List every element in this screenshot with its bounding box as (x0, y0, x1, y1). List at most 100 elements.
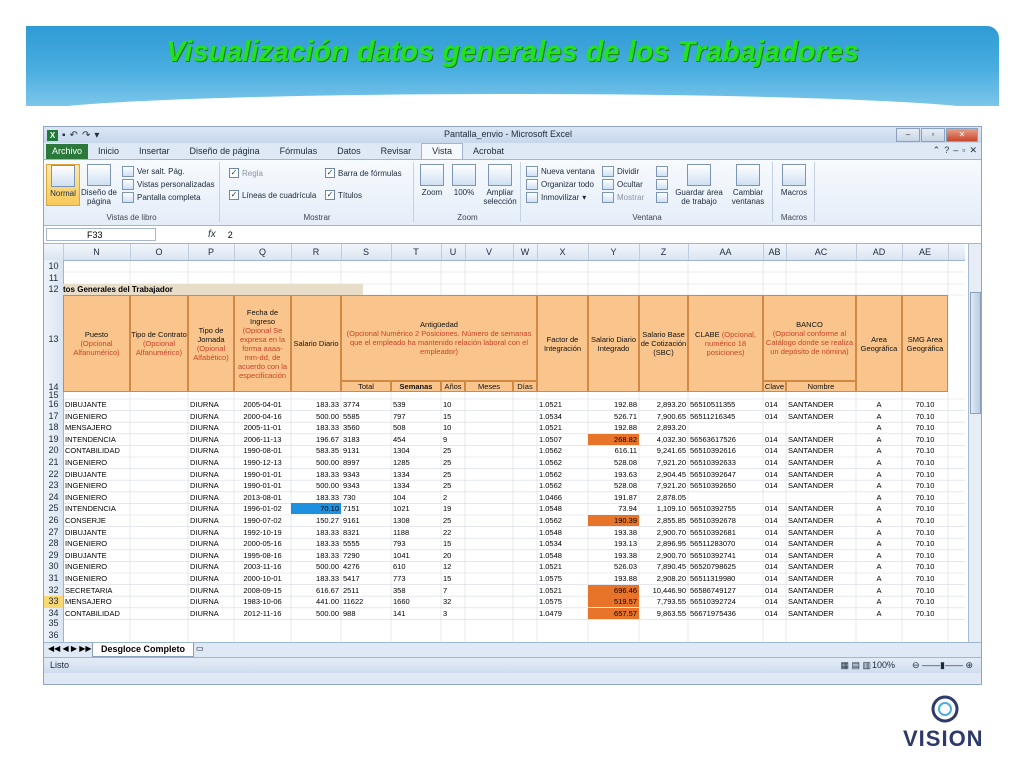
cell-puesto[interactable]: MENSAJERO (65, 596, 128, 607)
cell-sbc[interactable]: 9,863.55 (641, 608, 686, 619)
cell-banco[interactable]: SANTANDER (788, 480, 854, 491)
cell-banco[interactable]: SANTANDER (788, 538, 854, 549)
section-title[interactable]: tos Generales del Trabajador (63, 284, 363, 295)
cell-salario[interactable]: 616.67 (293, 585, 339, 596)
split-button[interactable]: Dividir (602, 166, 639, 177)
cell-factor[interactable]: 1.0562 (539, 457, 586, 468)
cell-factor[interactable]: 1.0521 (539, 561, 586, 572)
full-screen-button[interactable]: Pantalla completa (122, 192, 201, 203)
cell-smg[interactable]: 70.10 (904, 480, 946, 491)
cell-salario[interactable]: 150.27 (293, 515, 339, 526)
cell-sbc[interactable]: 7,921.20 (641, 480, 686, 491)
cell-jornada[interactable]: DIURNA (190, 561, 232, 572)
cell-smg[interactable]: 70.10 (904, 538, 946, 549)
cell-area[interactable]: A (858, 492, 900, 503)
normal-view-button[interactable]: Normal (46, 164, 80, 206)
row-header[interactable]: 20 (44, 445, 64, 457)
cell-banco[interactable]: SANTANDER (788, 585, 854, 596)
row-header[interactable]: 15 (44, 391, 64, 400)
cell-fecha[interactable]: 2012-11-16 (236, 608, 289, 619)
cell-area[interactable]: A (858, 585, 900, 596)
column-header[interactable]: N (63, 244, 131, 260)
cell-banco[interactable]: SANTANDER (788, 503, 854, 514)
cell-factor[interactable]: 1.0507 (539, 434, 586, 445)
cell-fecha[interactable]: 1990-08-01 (236, 445, 289, 456)
cell-sbc[interactable]: 1,109.10 (641, 503, 686, 514)
cell-anos[interactable]: 32 (443, 596, 463, 607)
cell-anos[interactable]: 15 (443, 538, 463, 549)
cell-smg[interactable]: 70.10 (904, 550, 946, 561)
cell-total[interactable]: 8321 (343, 527, 389, 538)
cell-area[interactable]: A (858, 550, 900, 561)
cell-factor[interactable]: 1.0534 (539, 411, 586, 422)
cell-clabe[interactable]: 56511283070 (690, 538, 761, 549)
doc-close-icon[interactable]: ✕ (969, 145, 977, 156)
tab-datos[interactable]: Datos (327, 144, 371, 159)
cell-sbc[interactable]: 2,855.85 (641, 515, 686, 526)
cell-salario[interactable]: 183.33 (293, 492, 339, 503)
page-layout-button[interactable]: Diseño de página (80, 164, 118, 206)
cell-area[interactable]: A (858, 434, 900, 445)
cell-jornada[interactable]: DIURNA (190, 538, 232, 549)
cell-fecha[interactable]: 2005-11-01 (236, 422, 289, 433)
cell-sdi[interactable]: 526.03 (590, 561, 637, 572)
cell-clabe[interactable]: 56510392678 (690, 515, 761, 526)
zoom-slider[interactable]: ⊖ ——▮—— ⊕ (912, 660, 973, 671)
column-header[interactable]: T (391, 244, 442, 260)
tab-revisar[interactable]: Revisar (371, 144, 422, 159)
cell-factor[interactable]: 1.0521 (539, 399, 586, 410)
cell-total[interactable]: 3560 (343, 422, 389, 433)
cell-semanas[interactable]: 773 (393, 573, 439, 584)
tab-insertar[interactable]: Insertar (129, 144, 180, 159)
cell-salario[interactable]: 183.33 (293, 399, 339, 410)
cell-fecha[interactable]: 1990-12-13 (236, 457, 289, 468)
cell-puesto[interactable]: SECRETARIA (65, 585, 128, 596)
cell-salario[interactable]: 183.33 (293, 527, 339, 538)
cell-jornada[interactable]: DIURNA (190, 492, 232, 503)
cell-area[interactable]: A (858, 445, 900, 456)
cell-semanas[interactable]: 610 (393, 561, 439, 572)
cell-clave[interactable]: 014 (765, 457, 784, 468)
cell-puesto[interactable]: CONTABILIDAD (65, 608, 128, 619)
cell-jornada[interactable]: DIURNA (190, 608, 232, 619)
cell-fecha[interactable]: 1990-01-01 (236, 480, 289, 491)
cell-puesto[interactable]: DIBUJANTE (65, 469, 128, 480)
cell-anos[interactable]: 22 (443, 527, 463, 538)
cell-jornada[interactable]: DIURNA (190, 434, 232, 445)
cell-fecha[interactable]: 1983-10-06 (236, 596, 289, 607)
row-header[interactable]: 36 (44, 627, 64, 644)
cell-anos[interactable]: 25 (443, 457, 463, 468)
sync-scroll-icon[interactable] (656, 179, 668, 190)
cell-jornada[interactable]: DIURNA (190, 573, 232, 584)
cell-puesto[interactable]: DIBUJANTE (65, 550, 128, 561)
cell-total[interactable]: 5555 (343, 538, 389, 549)
cell-factor[interactable]: 1.0562 (539, 515, 586, 526)
save-icon[interactable]: ▪ (62, 130, 66, 141)
reset-position-icon[interactable] (656, 192, 668, 203)
cell-area[interactable]: A (858, 527, 900, 538)
cell-sdi[interactable]: 73.94 (590, 503, 637, 514)
cell-area[interactable]: A (858, 503, 900, 514)
cell-total[interactable]: 5417 (343, 573, 389, 584)
column-header[interactable]: Z (639, 244, 689, 260)
cell-salario[interactable]: 500.00 (293, 457, 339, 468)
cell-sdi[interactable]: 526.71 (590, 411, 637, 422)
cell-anos[interactable]: 15 (443, 411, 463, 422)
row-header[interactable]: 29 (44, 549, 64, 562)
cell-smg[interactable]: 70.10 (904, 434, 946, 445)
cell-area[interactable]: A (858, 515, 900, 526)
side-by-side-icon[interactable] (656, 166, 668, 177)
cell-salario[interactable]: 500.00 (293, 608, 339, 619)
cell-area[interactable]: A (858, 608, 900, 619)
cell-banco[interactable]: SANTANDER (788, 457, 854, 468)
ribbon-collapse-icon[interactable]: ⌃ (933, 145, 941, 156)
cell-puesto[interactable]: INTENDENCIA (65, 503, 128, 514)
row-header[interactable]: 33 (44, 596, 64, 608)
row-header[interactable]: 28 (44, 538, 64, 550)
cell-banco[interactable]: SANTANDER (788, 573, 854, 584)
row-header[interactable]: 26 (44, 515, 64, 527)
column-header[interactable]: R (291, 244, 342, 260)
zoom-button[interactable]: Zoom (417, 164, 447, 197)
vertical-scrollbar[interactable] (968, 244, 981, 642)
cell-factor[interactable]: 1.0548 (539, 527, 586, 538)
